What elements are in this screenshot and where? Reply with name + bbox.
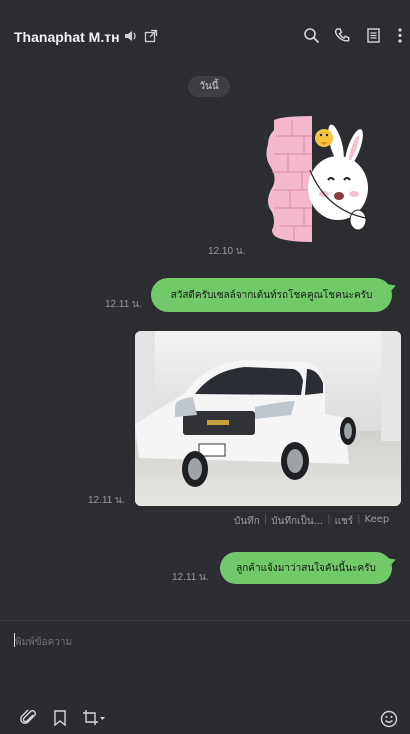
bunny-sticker-icon: [266, 116, 368, 242]
sticker-message[interactable]: [262, 114, 372, 250]
message-text: ลูกค้าแจ้งมาว่าสนใจคันนี้นะครับ: [236, 562, 376, 574]
car-photo[interactable]: [135, 331, 401, 506]
crop-icon[interactable]: [82, 709, 106, 727]
message-time: 12.10 น.: [208, 246, 246, 257]
message-time: 12.11 น.: [172, 572, 209, 583]
message-composer: [0, 620, 410, 734]
message-time: 12.11 น.: [88, 495, 125, 506]
pickup-truck-image: [135, 331, 401, 506]
save-link[interactable]: บันทึก: [234, 514, 260, 529]
share-link[interactable]: แชร์: [335, 514, 354, 529]
photo-actions: บันทึก | บันทึกเป็น... | แชร์ | Keep: [234, 514, 390, 529]
message-time: 12.11 น.: [105, 299, 142, 310]
open-external-icon[interactable]: [144, 29, 158, 43]
chat-header: Thanaphat M.тн: [0, 0, 410, 70]
speaker-icon[interactable]: [124, 29, 138, 43]
message-input[interactable]: [13, 631, 397, 653]
save-as-link[interactable]: บันทึกเป็น...: [271, 514, 323, 529]
phone-icon[interactable]: [334, 27, 351, 44]
chat-bubble[interactable]: ลูกค้าแจ้งมาว่าสนใจคันนี้นะครับ: [220, 552, 392, 584]
paperclip-icon[interactable]: [20, 709, 38, 727]
message-text: สวัสดีครับเซลล์จากเต้นท์รถโชคคูณโชคนะครั…: [170, 289, 373, 301]
chat-bubble[interactable]: สวัสดีครับเซลล์จากเต้นท์รถโชคคูณโชคนะครั…: [151, 278, 392, 312]
date-separator: วันนี้: [188, 76, 230, 97]
notes-icon[interactable]: [365, 27, 382, 44]
more-vert-icon[interactable]: [396, 27, 404, 44]
emoji-icon[interactable]: [380, 710, 398, 728]
keep-link[interactable]: Keep: [365, 514, 390, 529]
bookmark-icon[interactable]: [52, 709, 68, 727]
chat-title[interactable]: Thanaphat M.тн: [14, 29, 120, 45]
search-icon[interactable]: [303, 27, 320, 44]
